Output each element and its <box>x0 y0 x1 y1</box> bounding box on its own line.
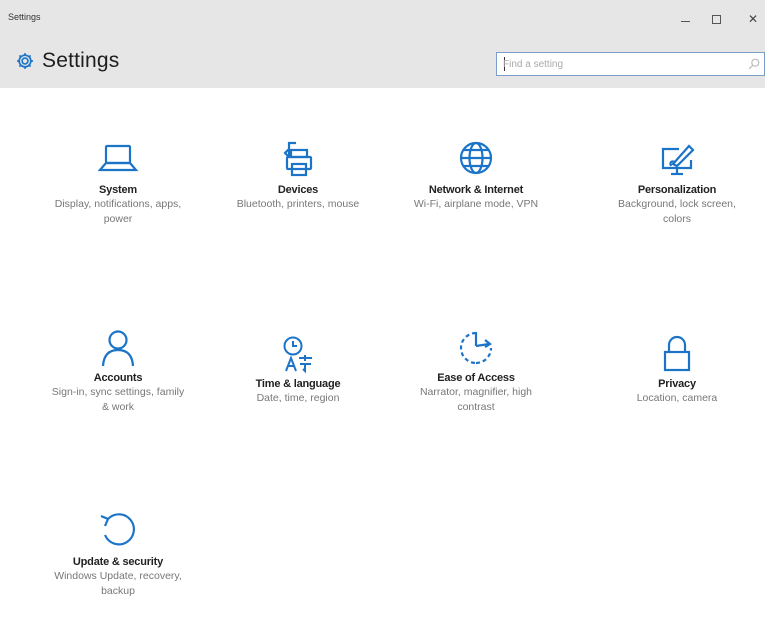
laptop-icon <box>97 144 139 172</box>
window-title: Settings <box>8 12 41 22</box>
tile-network-internet[interactable]: Network & Internet Wi-Fi, airplane mode,… <box>396 140 556 212</box>
paintbrush-icon <box>661 144 695 176</box>
maximize-icon <box>711 14 721 24</box>
tile-description: Bluetooth, printers, mouse <box>236 198 360 210</box>
tile-name: System <box>99 184 137 196</box>
gear-icon <box>17 53 33 69</box>
tile-system[interactable]: System Display, notifications, apps, pow… <box>38 140 198 227</box>
tile-accounts[interactable]: Accounts Sign-in, sync settings, family … <box>38 328 198 415</box>
tile-ease-of-access[interactable]: Ease of Access Narrator, magnifier, high… <box>396 328 556 415</box>
lock-icon <box>663 335 691 372</box>
maximize-button[interactable] <box>703 8 729 30</box>
tile-description: Location, camera <box>636 392 718 404</box>
person-icon <box>101 330 135 367</box>
tile-name: Accounts <box>93 372 143 384</box>
tile-name: Ease of Access <box>437 372 515 384</box>
tile-privacy[interactable]: Privacy Location, camera <box>597 334 757 406</box>
tile-update-security[interactable]: Update & security Windows Update, recove… <box>38 508 198 599</box>
tile-name: Update & security <box>72 556 164 568</box>
tile-personalization[interactable]: Personalization Background, lock screen,… <box>597 140 757 227</box>
refresh-icon <box>100 513 135 546</box>
tile-name: Devices <box>277 184 319 196</box>
search-input[interactable] <box>503 56 733 72</box>
tile-description: Date, time, region <box>256 392 340 404</box>
tile-name: Time & language <box>255 378 341 390</box>
settings-header: Settings <box>0 38 765 88</box>
printer-icon <box>283 141 313 177</box>
tile-name: Network & Internet <box>428 184 524 196</box>
tile-devices[interactable]: Devices Bluetooth, printers, mouse <box>218 140 378 212</box>
page-title: Settings <box>42 49 120 72</box>
tile-description: Wi-Fi, airplane mode, VPN <box>413 198 539 210</box>
tile-description: Sign-in, sync settings, family & work <box>51 386 185 413</box>
minimize-button[interactable] <box>672 8 698 30</box>
tile-description: Display, notifications, apps, power <box>54 198 182 225</box>
clock-language-icon <box>283 336 312 374</box>
tile-name: Privacy <box>658 378 696 390</box>
ease-of-access-icon <box>459 331 493 365</box>
globe-icon <box>459 141 493 175</box>
tile-description: Background, lock screen, colors <box>618 198 736 225</box>
close-button[interactable]: ✕ <box>740 8 765 30</box>
close-icon: ✕ <box>747 12 759 26</box>
title-bar: Settings ✕ <box>0 0 765 38</box>
tile-description: Narrator, magnifier, high contrast <box>419 386 533 413</box>
search-box[interactable] <box>496 52 765 76</box>
search-icon[interactable] <box>747 57 761 71</box>
tile-time-language[interactable]: Time & language Date, time, region <box>218 334 378 406</box>
tile-description: Windows Update, recovery, backup <box>54 570 182 597</box>
settings-window: Settings ✕ Settings Find a setting Syste… <box>0 0 765 641</box>
tile-name: Personalization <box>637 184 717 196</box>
minimize-icon <box>680 20 690 22</box>
